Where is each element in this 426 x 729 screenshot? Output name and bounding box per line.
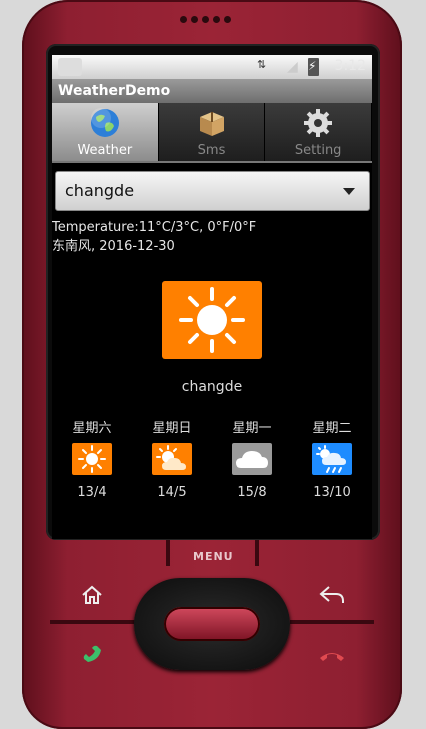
forecast-row: 星期六 13/4 星期日 14/5 星期一 15/8 星期二 13/10: [52, 417, 372, 507]
forecast-day-name: 星期二: [312, 421, 352, 436]
screen: ⇅ ◢ 3:12 WeatherDemo Weather: [52, 55, 372, 539]
battery-icon: [308, 58, 319, 76]
sunny-icon: [162, 281, 262, 359]
menu-button[interactable]: MENU: [193, 550, 234, 563]
gear-icon: [302, 107, 334, 143]
back-button[interactable]: [318, 583, 346, 613]
weather-info: Temperature:11°C/3°C, 0°F/0°F 东南风, 2016-…: [52, 218, 256, 256]
button-divider-left: [50, 620, 135, 624]
forecast-day-name: 星期日: [152, 421, 192, 436]
speaker-grille: [180, 16, 231, 23]
notification-icon[interactable]: [58, 58, 82, 76]
rain-icon: [312, 443, 352, 475]
menu-divider-left: [166, 540, 170, 566]
tab-sms[interactable]: Sms: [158, 103, 266, 161]
city-spinner[interactable]: changde: [55, 171, 370, 211]
tab-setting[interactable]: Setting: [265, 103, 372, 161]
phone-call-icon: [80, 645, 106, 671]
forecast-temp: 14/5: [157, 485, 187, 500]
forecast-day: 星期二 13/10: [302, 417, 362, 500]
forecast-day: 星期日 14/5: [142, 417, 202, 500]
trackball[interactable]: [164, 607, 260, 641]
back-icon: [318, 586, 346, 613]
tab-sms-label: Sms: [197, 143, 226, 158]
forecast-day: 星期六 13/4: [62, 417, 122, 500]
status-bar: ⇅ ◢ 3:12: [52, 55, 372, 79]
temperature-text: Temperature:11°C/3°C, 0°F/0°F: [52, 220, 257, 235]
button-divider-right: [290, 620, 374, 624]
forecast-temp: 15/8: [237, 485, 267, 500]
city-label: changde: [181, 379, 243, 395]
forecast-day: 星期一 15/8: [222, 417, 282, 500]
chevron-down-icon: [343, 188, 355, 195]
globe-icon: [89, 107, 121, 143]
home-icon: [80, 585, 104, 613]
cloudy-icon: [232, 443, 272, 475]
status-clock: 3:12: [334, 58, 366, 74]
tab-weather-label: Weather: [77, 143, 133, 158]
signal-icon: ◢: [287, 59, 298, 75]
call-button[interactable]: [80, 641, 106, 671]
home-button[interactable]: [80, 583, 104, 613]
end-call-button[interactable]: [318, 645, 346, 670]
forecast-temp: 13/10: [313, 485, 351, 500]
city-spinner-value: changde: [65, 181, 135, 200]
tab-weather[interactable]: Weather: [52, 103, 159, 161]
sync-icon: ⇅: [257, 58, 267, 71]
phone-hangup-icon: [318, 645, 346, 670]
app-title: WeatherDemo: [52, 79, 372, 103]
menu-divider-right: [255, 540, 259, 566]
partly-cloudy-icon: [152, 443, 192, 475]
forecast-day-name: 星期一: [232, 421, 272, 436]
wind-date-text: 东南风, 2016-12-30: [52, 239, 175, 254]
sunny-icon: [72, 443, 112, 475]
box-icon: [196, 107, 228, 143]
forecast-day-name: 星期六: [72, 421, 112, 436]
tab-setting-label: Setting: [294, 143, 342, 158]
forecast-temp: 13/4: [77, 485, 107, 500]
tab-bar: Weather Sms Setting: [52, 103, 372, 163]
